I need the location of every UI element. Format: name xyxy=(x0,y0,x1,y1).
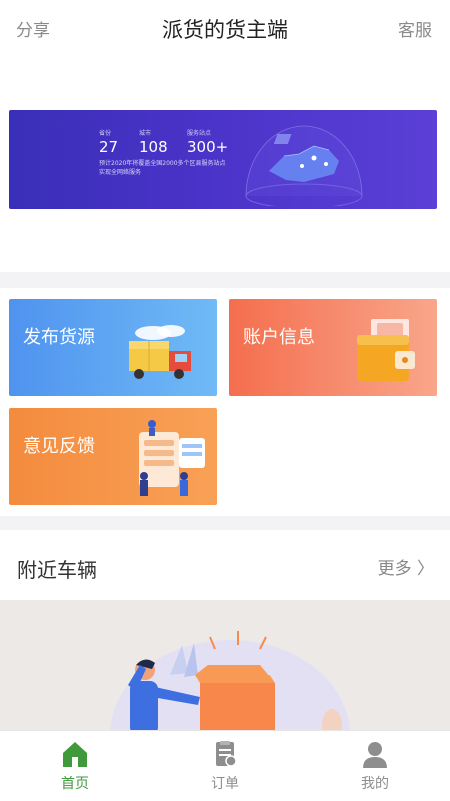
empty-box-illustration xyxy=(110,631,350,730)
feedback-card[interactable]: 意见反馈 xyxy=(9,408,217,505)
feedback-people-illustration xyxy=(139,420,205,496)
nearby-vehicles-header: 附近车辆 更多 〉 xyxy=(0,530,450,600)
card-label: 意见反馈 xyxy=(23,436,95,457)
wallet-illustration xyxy=(357,319,415,381)
publish-cargo-card[interactable]: 发布货源 xyxy=(9,299,217,396)
banner-subtitle: 预计2020年将覆盖全国2000多个区县服务站点 实现全网络服务 xyxy=(99,159,226,177)
banner-section: 省份 27 城市 108 服务站点 300+ 预计2020年将覆盖全国2000多… xyxy=(0,56,450,272)
tab-orders[interactable]: 订单 xyxy=(150,731,300,801)
user-icon xyxy=(363,742,387,768)
stat-label: 服务站点 xyxy=(187,130,212,137)
top-header: 分享 派货的货主端 客服 xyxy=(0,0,450,56)
card-label: 发布货源 xyxy=(23,327,95,348)
section-title: 附近车辆 xyxy=(17,558,97,582)
order-icon xyxy=(216,741,237,767)
function-grid: 发布货源 账户信息 意见反馈 xyxy=(0,288,450,516)
promo-banner[interactable]: 省份 27 城市 108 服务站点 300+ 预计2020年将覆盖全国2000多… xyxy=(9,110,437,209)
tab-mine[interactable]: 我的 xyxy=(300,731,450,801)
more-link[interactable]: 更多 〉 xyxy=(378,554,434,579)
page-title: 派货的货主端 xyxy=(162,18,288,42)
tab-label: 订单 xyxy=(211,776,239,792)
bottom-tab-bar: 首页 订单 我的 xyxy=(0,730,450,801)
stat-stations: 服务站点 300+ xyxy=(187,128,228,156)
banner-subtitle-line2: 实现全网络服务 xyxy=(99,169,142,176)
stat-label: 省份 xyxy=(99,130,112,137)
truck-illustration xyxy=(129,325,191,379)
card-label: 账户信息 xyxy=(243,327,315,348)
stat-value: 108 xyxy=(139,138,168,156)
banner-subtitle-line1: 预计2020年将覆盖全国2000多个区县服务站点 xyxy=(99,160,226,167)
account-info-card[interactable]: 账户信息 xyxy=(229,299,437,396)
stat-provinces: 省份 27 xyxy=(99,128,118,156)
tab-home[interactable]: 首页 xyxy=(0,731,150,801)
china-map-globe-illustration xyxy=(245,125,363,206)
home-icon xyxy=(63,742,87,767)
customer-service-button[interactable]: 客服 xyxy=(398,16,432,41)
tab-label: 首页 xyxy=(61,776,89,792)
stat-label: 城市 xyxy=(139,130,152,137)
tab-label: 我的 xyxy=(361,776,389,792)
stat-value: 300+ xyxy=(187,138,229,156)
stat-value: 27 xyxy=(99,138,119,156)
stat-cities: 城市 108 xyxy=(139,128,168,156)
nearby-vehicles-empty-illustration xyxy=(0,600,450,730)
